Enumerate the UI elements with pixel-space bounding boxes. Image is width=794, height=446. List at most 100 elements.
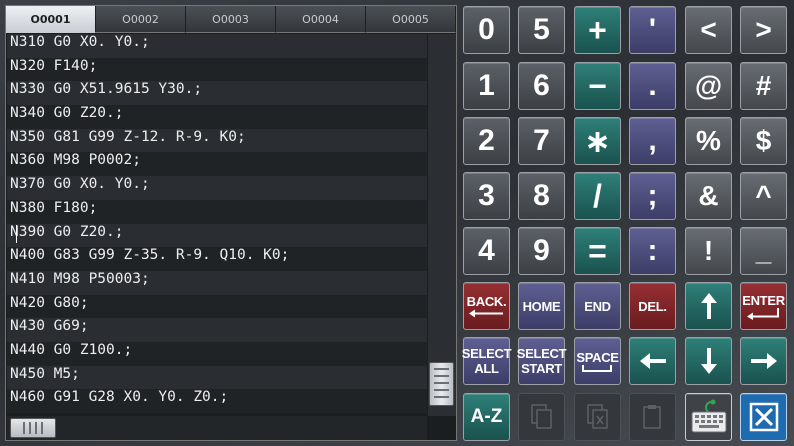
code-line[interactable]: N380 F180; (7, 199, 427, 224)
close-icon (749, 402, 778, 432)
delete-label: DEL. (638, 298, 667, 314)
key-hash[interactable]: # (740, 62, 787, 110)
key-semicolon[interactable]: ; (629, 172, 676, 220)
space-label: SPACE (576, 349, 619, 365)
vertical-scroll-thumb[interactable] (429, 362, 454, 406)
code-view[interactable]: N310 G0 X0. Y0.; N320 F140; N330 G0 X51.96… (7, 34, 427, 416)
arrow-left-icon (469, 309, 504, 318)
key-3[interactable]: 3 (463, 172, 510, 220)
select-start-label-2: START (521, 361, 562, 376)
keyboard-icon (691, 399, 726, 433)
tab-o0001[interactable]: O0001 (6, 6, 96, 33)
code-line[interactable]: N320 F140; (7, 57, 427, 82)
text-cursor (16, 225, 17, 243)
arrow-left-icon (639, 353, 666, 369)
code-line[interactable]: N410 M98 P50003; (7, 270, 427, 295)
end-label: END (584, 298, 611, 314)
paste-button[interactable] (629, 393, 676, 441)
space-button[interactable]: SPACE (574, 337, 621, 385)
copy-button[interactable] (518, 393, 565, 441)
cursor-left-button[interactable] (629, 337, 676, 385)
code-line[interactable]: N360 M98 P0002; (7, 152, 427, 177)
end-button[interactable]: END (574, 282, 621, 330)
key-dot[interactable]: . (629, 62, 676, 110)
key-5[interactable]: 5 (518, 6, 565, 54)
code-line[interactable]: N450 M5; (7, 365, 427, 390)
backspace-label: BACK. (466, 294, 507, 309)
select-all-label-2: ALL (474, 361, 499, 376)
close-keypad-button[interactable] (740, 393, 787, 441)
key-less-than[interactable]: < (685, 6, 732, 54)
home-button[interactable]: HOME (518, 282, 565, 330)
enter-arrow-icon (746, 307, 779, 320)
key-greater-than[interactable]: > (740, 6, 787, 54)
key-8[interactable]: 8 (518, 172, 565, 220)
cursor-right-button[interactable] (740, 337, 787, 385)
key-dollar[interactable]: $ (740, 117, 787, 165)
key-equals[interactable]: = (574, 227, 621, 275)
code-line[interactable]: N460 G91 G28 X0. Y0. Z0.; (7, 389, 427, 413)
code-line[interactable]: N420 G80; (7, 294, 427, 319)
key-6[interactable]: 6 (518, 62, 565, 110)
arrow-up-icon (700, 293, 717, 319)
key-underscore[interactable]: _ (740, 227, 787, 275)
delete-button[interactable]: DEL. (629, 282, 676, 330)
vertical-scrollbar[interactable] (428, 34, 456, 416)
cursor-down-button[interactable] (685, 337, 732, 385)
key-apostrophe[interactable]: ' (629, 6, 676, 54)
key-minus[interactable]: − (574, 62, 621, 110)
code-line[interactable]: N330 G0 X51.9615 Y30.; (7, 81, 427, 106)
enter-button[interactable]: ENTER (740, 282, 787, 330)
key-asterisk[interactable]: ∗ (574, 117, 621, 165)
program-tabs: O0001 O0002 O0003 O0004 O0005 (6, 6, 456, 33)
key-plus[interactable]: + (574, 6, 621, 54)
cut-button[interactable] (574, 393, 621, 441)
home-label: HOME (522, 298, 561, 314)
key-comma[interactable]: , (629, 117, 676, 165)
tab-o0002[interactable]: O0002 (96, 6, 186, 33)
key-4[interactable]: 4 (463, 227, 510, 275)
code-line[interactable]: N430 G69; (7, 318, 427, 342)
arrow-down-icon (700, 348, 717, 374)
key-9[interactable]: 9 (518, 227, 565, 275)
tab-o0003[interactable]: O0003 (186, 6, 276, 33)
cut-icon (586, 404, 608, 429)
key-1[interactable]: 1 (463, 62, 510, 110)
cursor-up-button[interactable] (685, 282, 732, 330)
select-all-label-1: SELECT (461, 346, 512, 361)
key-0[interactable]: 0 (463, 6, 510, 54)
key-colon[interactable]: : (629, 227, 676, 275)
copy-icon (530, 404, 552, 429)
enter-label: ENTER (742, 292, 785, 308)
key-at[interactable]: @ (685, 62, 732, 110)
space-bar-icon (582, 364, 613, 372)
key-exclamation[interactable]: ! (685, 227, 732, 275)
code-line[interactable]: N390 G0 Z20.; (7, 223, 427, 248)
select-start-button[interactable]: SELECT START (516, 337, 567, 385)
key-percent[interactable]: % (685, 117, 732, 165)
code-line[interactable]: N310 G0 X0. Y0.; (7, 34, 427, 58)
keyboard-toggle-button[interactable] (685, 393, 732, 441)
code-line[interactable]: N340 G0 Z20.; (7, 105, 427, 129)
key-slash[interactable]: / (574, 172, 621, 220)
key-7[interactable]: 7 (518, 117, 565, 165)
code-line[interactable]: N400 G83 G99 Z-35. R-9. Q10. K0; (7, 247, 427, 271)
paste-icon (642, 405, 661, 429)
backspace-button[interactable]: BACK. (463, 282, 510, 330)
key-caret[interactable]: ^ (740, 172, 787, 220)
select-start-label-1: SELECT (516, 346, 567, 361)
key-ampersand[interactable]: & (685, 172, 732, 220)
alphabet-keyboard-button[interactable]: A-Z (463, 393, 510, 441)
code-line[interactable]: N440 G0 Z100.; (7, 341, 427, 366)
tab-o0005[interactable]: O0005 (366, 6, 456, 33)
program-editor: O0001 O0002 O0003 O0004 O0005 N310 G0 X0. Y0… (5, 5, 457, 441)
arrow-right-icon (750, 353, 777, 369)
horizontal-scrollbar[interactable] (7, 416, 427, 440)
code-line[interactable]: N350 G81 G99 Z-12. R-9. K0; (7, 128, 427, 153)
key-2[interactable]: 2 (463, 117, 510, 165)
horizontal-scroll-thumb[interactable] (10, 418, 56, 438)
select-all-button[interactable]: SELECT ALL (461, 337, 512, 385)
code-line[interactable]: N370 G0 X0. Y0.; (7, 176, 427, 200)
keypad: 0 5 + ' < > 1 6 − . @ # 2 7 ∗ , % $ 3 8 … (461, 6, 793, 446)
tab-o0004[interactable]: O0004 (276, 6, 366, 33)
